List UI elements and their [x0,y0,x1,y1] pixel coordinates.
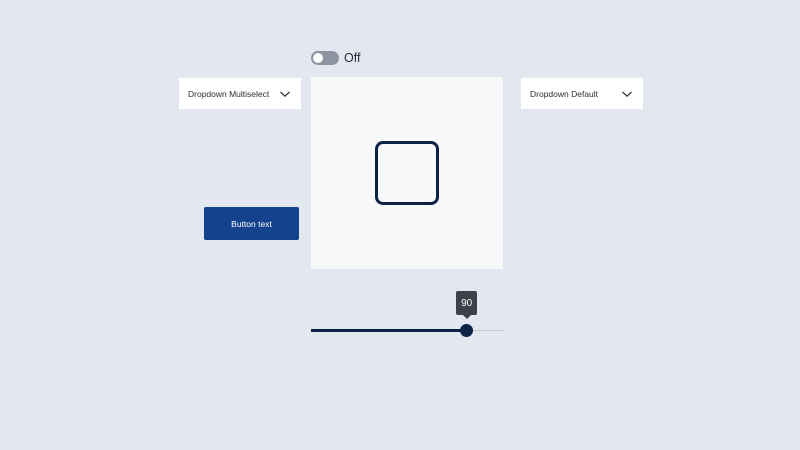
slider-value-tooltip: 90 [456,291,478,319]
slider-fill [311,329,467,332]
chevron-down-icon [280,91,290,97]
canvas-panel [311,77,503,269]
toggle-label: Off [344,51,361,65]
toggle-track[interactable] [311,51,339,65]
dropdown-multiselect-label: Dropdown Multiselect [188,88,270,99]
dropdown-default-label: Dropdown Default [530,88,599,99]
rounded-square-shape [375,141,439,205]
dropdown-default[interactable]: Dropdown Default [521,78,643,109]
toggle-switch[interactable]: Off [311,51,360,65]
dropdown-multiselect[interactable]: Dropdown Multiselect [179,78,301,109]
toggle-knob [313,53,323,63]
value-slider[interactable]: 90 [311,290,505,340]
primary-button[interactable]: Button text [204,207,299,240]
slider-thumb[interactable] [460,324,474,337]
chevron-down-icon [622,91,632,97]
